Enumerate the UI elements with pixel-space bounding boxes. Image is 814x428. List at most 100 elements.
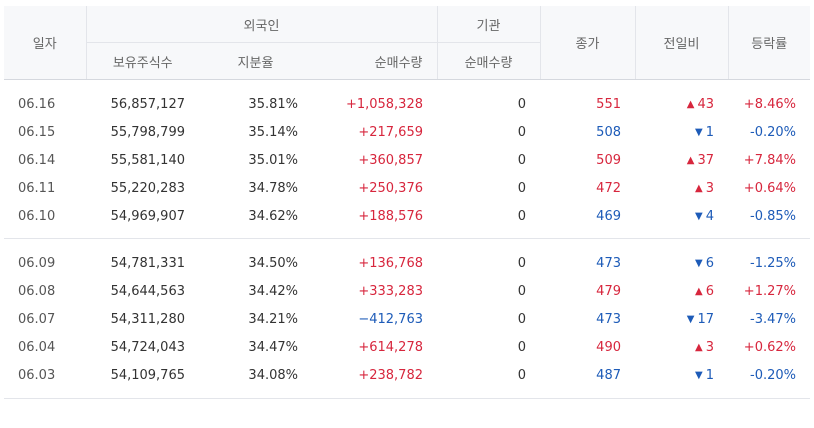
row-net-foreign: +217,659	[358, 124, 423, 140]
row-ratio: 34.78%	[248, 180, 298, 196]
row-date: 06.07	[18, 311, 56, 327]
row-ratio: 35.14%	[248, 124, 298, 140]
row-change: 17	[697, 311, 714, 327]
row-change: 3	[705, 180, 714, 196]
triangle-up-icon: ▲	[686, 98, 695, 110]
row-ratio: 35.01%	[248, 152, 298, 168]
row-net-institution: 0	[517, 255, 526, 271]
header-change: 전일비	[635, 6, 729, 80]
row-ratio: 34.08%	[248, 367, 298, 383]
table-row: 06.08 54,644,563 34.42% +333,283 0 479 ▲ 6 +1.27…	[4, 277, 810, 305]
row-change-cell: ▲ 37	[635, 146, 728, 174]
header-ratio: 지분율	[199, 42, 312, 80]
header-date: 일자	[4, 6, 87, 80]
row-close: 487	[596, 367, 621, 383]
row-ratio: 34.42%	[248, 283, 298, 299]
row-holdings: 56,857,127	[110, 96, 185, 112]
row-holdings: 54,724,043	[110, 339, 185, 355]
row-net-foreign: +614,278	[358, 339, 423, 355]
row-date: 06.11	[18, 180, 56, 196]
triangle-up-icon: ▲	[695, 285, 703, 297]
row-net-institution: 0	[517, 367, 526, 383]
row-ratio: 35.81%	[248, 96, 298, 112]
triangle-down-icon: ▼	[686, 313, 695, 325]
row-date: 06.14	[18, 152, 56, 168]
table-row: 06.07 54,311,280 34.21% −412,763 0 473 ▼ 17 -3.4…	[4, 305, 810, 333]
row-change: 37	[697, 152, 714, 168]
row-close: 473	[596, 255, 621, 271]
row-net-foreign: +333,283	[358, 283, 423, 299]
row-rate: +8.46%	[743, 96, 796, 112]
row-net-foreign: −412,763	[358, 311, 423, 327]
table-row: 06.10 54,969,907 34.62% +188,576 0 469 ▼ 4 -0.85…	[4, 202, 810, 230]
row-date: 06.16	[18, 96, 56, 112]
header-close: 종가	[540, 6, 636, 80]
row-change-cell: ▲ 3	[635, 333, 728, 361]
row-holdings: 55,220,283	[110, 180, 185, 196]
row-close: 479	[596, 283, 621, 299]
table-body: 06.16 56,857,127 35.81% +1,058,328 0 551 ▲ 43 +8…	[4, 80, 810, 399]
row-change-cell: ▼ 1	[635, 118, 728, 146]
row-net-institution: 0	[517, 339, 526, 355]
table-row: 06.11 55,220,283 34.78% +250,376 0 472 ▲ 3 +0.64…	[4, 174, 810, 202]
header-foreign: 외국인	[86, 6, 438, 43]
row-rate: +7.84%	[743, 152, 796, 168]
row-change: 43	[697, 96, 714, 112]
row-change-cell: ▼ 1	[635, 361, 728, 389]
row-change-cell: ▼ 6	[635, 249, 728, 277]
row-change: 3	[705, 339, 714, 355]
triangle-up-icon: ▲	[695, 182, 703, 194]
row-date: 06.04	[18, 339, 56, 355]
row-rate: -3.47%	[750, 311, 796, 327]
row-net-institution: 0	[517, 180, 526, 196]
row-change-cell: ▼ 4	[635, 202, 728, 230]
row-net-foreign: +238,782	[358, 367, 423, 383]
foreign-institution-trading-panel: 일자 외국인 기관 종가 전일비 등락률 보유주식수 지분율 순매수량 순매수량…	[0, 6, 814, 428]
row-holdings: 55,798,799	[110, 124, 185, 140]
row-net-foreign: +250,376	[358, 180, 423, 196]
row-change-cell: ▲ 43	[635, 90, 728, 118]
row-change: 1	[705, 367, 714, 383]
row-close: 473	[596, 311, 621, 327]
row-rate: +1.27%	[743, 283, 796, 299]
table-row: 06.09 54,781,331 34.50% +136,768 0 473 ▼ 6 -1.25…	[4, 249, 810, 277]
triangle-down-icon: ▼	[695, 126, 703, 138]
table-row: 06.14 55,581,140 35.01% +360,857 0 509 ▲ 37 +7.8…	[4, 146, 810, 174]
row-net-institution: 0	[517, 311, 526, 327]
row-holdings: 54,969,907	[110, 208, 185, 224]
row-change: 6	[705, 255, 714, 271]
triangle-down-icon: ▼	[695, 257, 703, 269]
row-close: 551	[596, 96, 621, 112]
row-net-foreign: +136,768	[358, 255, 423, 271]
row-close: 509	[596, 152, 621, 168]
row-change: 4	[705, 208, 714, 224]
row-holdings: 54,644,563	[110, 283, 185, 299]
row-ratio: 34.62%	[248, 208, 298, 224]
row-holdings: 55,581,140	[110, 152, 185, 168]
row-date: 06.09	[18, 255, 56, 271]
row-net-foreign: +360,857	[358, 152, 423, 168]
row-change-cell: ▲ 3	[635, 174, 728, 202]
table-header: 일자 외국인 기관 종가 전일비 등락률 보유주식수 지분율 순매수량 순매수량	[4, 6, 810, 80]
row-date: 06.03	[18, 367, 56, 383]
row-date: 06.10	[18, 208, 56, 224]
header-institution: 기관	[437, 6, 541, 43]
table-row: 06.16 56,857,127 35.81% +1,058,328 0 551 ▲ 43 +8…	[4, 90, 810, 118]
row-ratio: 34.50%	[248, 255, 298, 271]
header-net-foreign: 순매수량	[312, 42, 438, 80]
row-rate: -0.85%	[750, 208, 796, 224]
row-ratio: 34.21%	[248, 311, 298, 327]
row-change: 1	[705, 124, 714, 140]
row-holdings: 54,311,280	[110, 311, 185, 327]
row-close: 508	[596, 124, 621, 140]
table-row: 06.04 54,724,043 34.47% +614,278 0 490 ▲ 3 +0.62…	[4, 333, 810, 361]
header-holdings: 보유주식수	[86, 42, 199, 80]
row-rate: -0.20%	[750, 367, 796, 383]
triangle-up-icon: ▲	[686, 154, 695, 166]
row-rate: -0.20%	[750, 124, 796, 140]
row-change-cell: ▲ 6	[635, 277, 728, 305]
row-net-foreign: +188,576	[358, 208, 423, 224]
row-ratio: 34.47%	[248, 339, 298, 355]
header-net-institution: 순매수량	[437, 42, 541, 80]
triangle-down-icon: ▼	[695, 210, 703, 222]
